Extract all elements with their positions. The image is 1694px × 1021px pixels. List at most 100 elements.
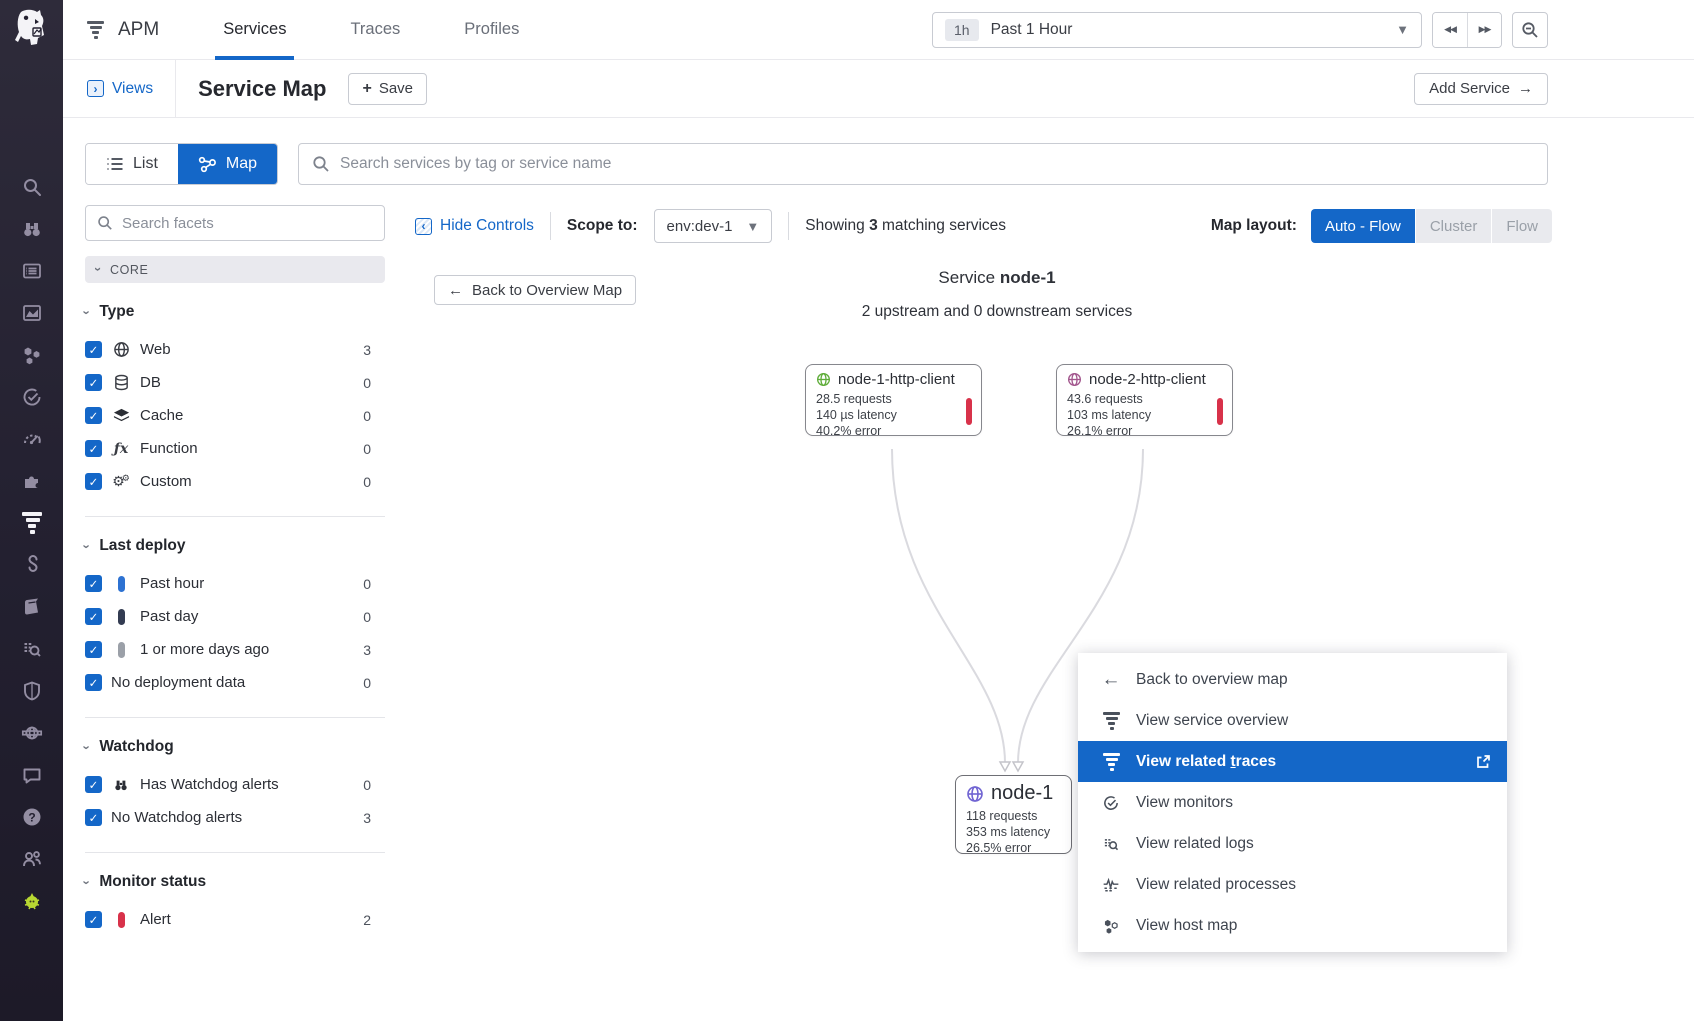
feedback-icon[interactable] [19, 762, 45, 788]
checkbox-checked[interactable]: ✓ [85, 374, 102, 391]
checkbox-checked[interactable]: ✓ [85, 641, 102, 658]
servicemap-icon[interactable] [19, 552, 45, 578]
menu-view-related-logs[interactable]: View related logs [1078, 823, 1507, 864]
list-icon [106, 156, 124, 172]
deploy-old-pill-icon [111, 642, 131, 658]
service-map-canvas[interactable]: ← Back to Overview Map Service node-1 2 … [415, 247, 1694, 1021]
menu-view-related-traces[interactable]: View related traces [1078, 741, 1507, 782]
watchdog-icon[interactable] [19, 216, 45, 242]
gauge-icon[interactable] [19, 426, 45, 452]
checkbox-checked[interactable]: ✓ [85, 575, 102, 592]
datadog-logo[interactable] [13, 8, 51, 48]
org-icon[interactable] [19, 846, 45, 872]
facet-has-watchdog[interactable]: ✓ Has Watchdog alerts 0 [85, 768, 385, 801]
facet-past-day[interactable]: ✓ Past day 0 [85, 600, 385, 633]
notebooks-icon[interactable] [19, 594, 45, 620]
facet-web[interactable]: ✓ Web 3 [85, 333, 385, 366]
network-icon[interactable] [19, 720, 45, 746]
hostmap-icon[interactable] [19, 342, 45, 368]
facet-no-watchdog[interactable]: ✓ No Watchdog alerts 3 [85, 801, 385, 834]
facet-section-title[interactable]: ›Watchdog [85, 738, 385, 756]
service-overview-icon [1098, 712, 1124, 730]
processes-icon [1098, 876, 1124, 894]
checkbox-checked[interactable]: ✓ [85, 440, 102, 457]
toolbar-row: List Map [63, 118, 1694, 185]
search-icon[interactable] [19, 174, 45, 200]
tab-profiles[interactable]: Profiles [456, 0, 527, 60]
save-button[interactable]: + Save [348, 73, 427, 105]
error-indicator-pill [966, 398, 972, 425]
security-icon[interactable] [19, 678, 45, 704]
chevron-down-icon: › [80, 745, 95, 749]
zoom-out-button[interactable] [1512, 12, 1548, 48]
function-icon: ƒx [111, 441, 131, 457]
menu-view-monitors[interactable]: View monitors [1078, 782, 1507, 823]
menu-view-service-overview[interactable]: View service overview [1078, 700, 1507, 741]
time-range-select[interactable]: 1h Past 1 Hour ▼ [932, 12, 1422, 48]
hide-controls-button[interactable]: ‹ Hide Controls [415, 217, 534, 235]
tab-services[interactable]: Services [215, 0, 294, 60]
metrics-icon[interactable] [19, 300, 45, 326]
list-toggle-button[interactable]: List [86, 144, 178, 184]
facet-function[interactable]: ✓ ƒx Function 0 [85, 432, 385, 465]
monitors-icon[interactable] [19, 384, 45, 410]
help-icon[interactable]: ? [19, 804, 45, 830]
checkbox-checked[interactable]: ✓ [85, 776, 102, 793]
menu-back-to-overview-map[interactable]: ← Back to overview map [1078, 659, 1507, 700]
search-icon [312, 155, 330, 173]
chevron-down-icon: › [80, 544, 95, 548]
matching-services-status: Showing 3 matching services [805, 217, 1006, 235]
integrations-icon[interactable] [19, 468, 45, 494]
service-node-node-1-http-client[interactable]: node-1-http-client 28.5 requests 140 µs … [805, 364, 982, 436]
web-service-icon [966, 785, 984, 803]
service-node-node-2-http-client[interactable]: node-2-http-client 43.6 requests 103 ms … [1056, 364, 1233, 436]
facet-section-title[interactable]: ›Monitor status [85, 873, 385, 891]
menu-view-host-map[interactable]: View host map [1078, 905, 1507, 946]
checkbox-checked[interactable]: ✓ [85, 608, 102, 625]
service-node-node-1[interactable]: node-1 118 requests 353 ms latency 26.5%… [955, 775, 1072, 854]
facet-db[interactable]: ✓ DB 0 [85, 366, 385, 399]
divider [550, 212, 551, 240]
time-range-label: Past 1 Hour [991, 21, 1073, 39]
facet-count: 3 [363, 810, 385, 826]
monitors-icon [1098, 794, 1124, 812]
bits-bug-icon[interactable] [19, 888, 45, 914]
map-toggle-button[interactable]: Map [178, 144, 277, 184]
tab-traces[interactable]: Traces [342, 0, 408, 60]
views-button[interactable]: › Views [87, 80, 153, 98]
service-search[interactable] [298, 143, 1548, 185]
checkbox-checked[interactable]: ✓ [85, 407, 102, 424]
facet-past-hour[interactable]: ✓ Past hour 0 [85, 567, 385, 600]
checkbox-checked[interactable]: ✓ [85, 473, 102, 490]
checkbox-checked[interactable]: ✓ [85, 341, 102, 358]
time-forward-button[interactable]: ▶▶ [1467, 13, 1501, 47]
checkbox-checked[interactable]: ✓ [85, 911, 102, 928]
core-group-header[interactable]: › CORE [85, 256, 385, 283]
scope-select[interactable]: env:dev-1 ▼ [654, 209, 773, 243]
facet-custom[interactable]: ✓ ⚙⚙ Custom 0 [85, 465, 385, 498]
facet-cache[interactable]: ✓ Cache 0 [85, 399, 385, 432]
layout-flow-button[interactable]: Flow [1491, 209, 1552, 243]
facet-no-deploy-data[interactable]: ✓ No deployment data 0 [85, 666, 385, 699]
facet-section-title[interactable]: ›Last deploy [85, 537, 385, 555]
layout-cluster-button[interactable]: Cluster [1415, 209, 1492, 243]
views-panel-icon: › [87, 80, 104, 97]
apm-icon[interactable] [19, 510, 45, 536]
events-icon[interactable] [19, 258, 45, 284]
facet-days-ago[interactable]: ✓ 1 or more days ago 3 [85, 633, 385, 666]
checkbox-checked[interactable]: ✓ [85, 674, 102, 691]
facet-search-input[interactable] [122, 215, 373, 232]
facet-section-title[interactable]: ›Type [85, 303, 385, 321]
facet-search[interactable] [85, 205, 385, 241]
add-service-button[interactable]: Add Service → [1414, 73, 1548, 105]
checkbox-checked[interactable]: ✓ [85, 809, 102, 826]
back-to-overview-map-button[interactable]: ← Back to Overview Map [434, 275, 636, 305]
time-back-button[interactable]: ◀◀ [1433, 13, 1467, 47]
facet-alert[interactable]: ✓ Alert 2 [85, 903, 385, 936]
chevron-down-icon: › [91, 267, 106, 272]
menu-view-related-processes[interactable]: View related processes [1078, 864, 1507, 905]
logs-icon[interactable] [19, 636, 45, 662]
facet-count: 0 [363, 474, 385, 490]
service-search-input[interactable] [340, 155, 1534, 173]
layout-auto-flow-button[interactable]: Auto - Flow [1311, 209, 1415, 243]
